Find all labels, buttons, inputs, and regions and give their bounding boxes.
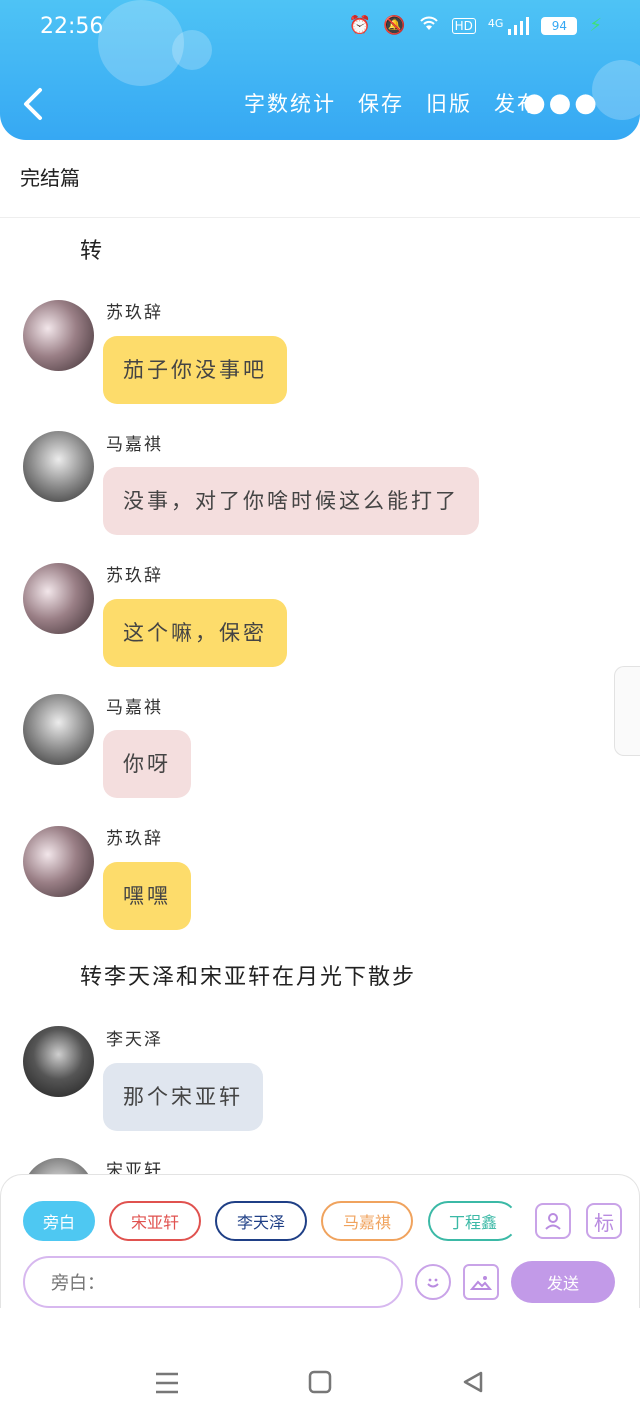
speaker-name: 马嘉祺	[106, 435, 163, 455]
system-nav-bar	[0, 1308, 640, 1422]
old-version-button[interactable]: 旧版	[426, 88, 472, 118]
message-bubble[interactable]: 你呀	[103, 730, 191, 798]
status-icons: ⏰ 🔕 HD 4G 94 ⚡	[349, 14, 602, 37]
home-square-icon[interactable]	[308, 1368, 332, 1401]
decor-bubble	[98, 0, 184, 86]
speaker-name: 苏玖辞	[106, 829, 163, 849]
mute-icon: 🔕	[383, 15, 406, 36]
speaker-name: 宋亚轩	[106, 1161, 163, 1174]
menu-icon[interactable]	[154, 1368, 180, 1401]
status-time: 22:56	[40, 14, 104, 39]
avatar[interactable]	[23, 300, 94, 371]
save-button[interactable]: 保存	[358, 88, 404, 118]
battery-icon: 94	[541, 16, 578, 35]
back-triangle-icon[interactable]	[461, 1368, 485, 1401]
alarm-icon: ⏰	[348, 15, 372, 36]
avatar[interactable]	[23, 694, 94, 765]
speaker-name: 马嘉祺	[106, 698, 163, 718]
speaker-name: 李天泽	[106, 1030, 163, 1050]
composer-panel: 旁白 宋亚轩 李天泽 马嘉祺 丁程鑫 标 发送	[0, 1174, 640, 1308]
header-actions: 字数统计 保存 旧版 发布	[244, 88, 540, 118]
more-dots-icon: ●●●	[522, 88, 600, 118]
message-bubble[interactable]: 嘿嘿	[103, 862, 191, 930]
decor-bubble	[172, 30, 212, 70]
role-chip[interactable]: 马嘉祺	[321, 1201, 413, 1241]
role-chip[interactable]: 李天泽	[215, 1201, 307, 1241]
narration-line[interactable]: 转	[80, 233, 104, 265]
message-input-box[interactable]	[23, 1256, 403, 1308]
message-bubble[interactable]: 茄子你没事吧	[103, 336, 287, 404]
person-card-icon[interactable]	[535, 1203, 571, 1239]
chapter-title: 完结篇	[20, 166, 80, 190]
back-button[interactable]	[20, 86, 50, 126]
message-bubble[interactable]: 这个嘛，保密	[103, 599, 287, 667]
tag-icon[interactable]: 标	[586, 1203, 622, 1239]
emoji-icon[interactable]	[415, 1264, 451, 1300]
network-label: 4G	[487, 16, 504, 30]
narration-line[interactable]: 转李天泽和宋亚轩在月光下散步	[80, 959, 416, 991]
word-count-button[interactable]: 字数统计	[244, 88, 336, 118]
avatar[interactable]	[23, 826, 94, 897]
signal-icon: 4G	[487, 16, 530, 35]
role-chip[interactable]: 丁程鑫	[428, 1201, 518, 1241]
role-chip-narrator[interactable]: 旁白	[23, 1201, 95, 1241]
message-bubble[interactable]: 那个宋亚轩	[103, 1063, 263, 1131]
role-chip[interactable]: 宋亚轩	[109, 1201, 201, 1241]
image-icon[interactable]	[463, 1264, 499, 1300]
avatar[interactable]	[23, 563, 94, 634]
chapter-title-row[interactable]: 完结篇	[0, 140, 640, 218]
send-button[interactable]: 发送	[511, 1261, 615, 1303]
message-input[interactable]	[51, 1270, 381, 1296]
hd-icon: HD	[451, 17, 476, 34]
wifi-icon	[418, 14, 440, 37]
message-bubble[interactable]: 没事，对了你啥时候这么能打了	[103, 467, 479, 535]
speaker-name: 苏玖辞	[106, 566, 163, 586]
avatar[interactable]	[23, 1026, 94, 1097]
chat-area[interactable]: 转 苏玖辞 茄子你没事吧 马嘉祺 没事，对了你啥时候这么能打了 苏玖辞 这个嘛，…	[0, 219, 640, 1174]
avatar[interactable]	[23, 431, 94, 502]
speaker-name: 苏玖辞	[106, 303, 163, 323]
more-button[interactable]: ●●●	[523, 88, 600, 118]
side-drawer-handle[interactable]	[614, 666, 640, 756]
avatar[interactable]	[23, 1158, 94, 1174]
app-header: 22:56 ⏰ 🔕 HD 4G 94 ⚡ 字数统计 保存 旧版 发布 ●●●	[0, 0, 640, 140]
chevron-left-icon	[24, 88, 42, 120]
charging-icon: ⚡	[589, 15, 602, 36]
